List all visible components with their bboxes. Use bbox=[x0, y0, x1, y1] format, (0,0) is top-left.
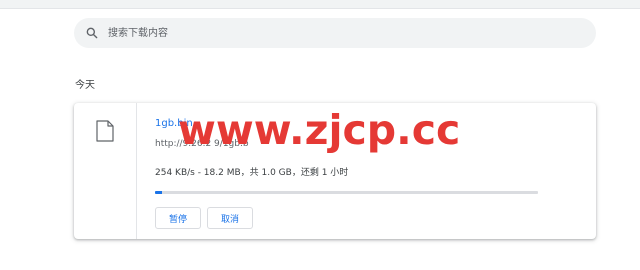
download-progress-bar bbox=[155, 191, 538, 194]
download-progress-fill bbox=[155, 191, 162, 194]
search-input[interactable] bbox=[108, 18, 578, 48]
pause-button[interactable]: 暂停 bbox=[155, 207, 201, 229]
file-icon bbox=[96, 120, 114, 142]
watermark-text: www.zjcp.cc bbox=[178, 106, 461, 154]
cancel-button[interactable]: 取消 bbox=[207, 207, 253, 229]
download-status-text: 254 KB/s - 18.2 MB，共 1.0 GB，还剩 1 小时 bbox=[155, 168, 349, 178]
file-icon-column bbox=[74, 103, 137, 239]
date-group-heading: 今天 bbox=[75, 80, 95, 91]
window-top-strip bbox=[0, 0, 640, 9]
search-bar[interactable] bbox=[74, 18, 596, 48]
search-icon bbox=[86, 27, 98, 39]
